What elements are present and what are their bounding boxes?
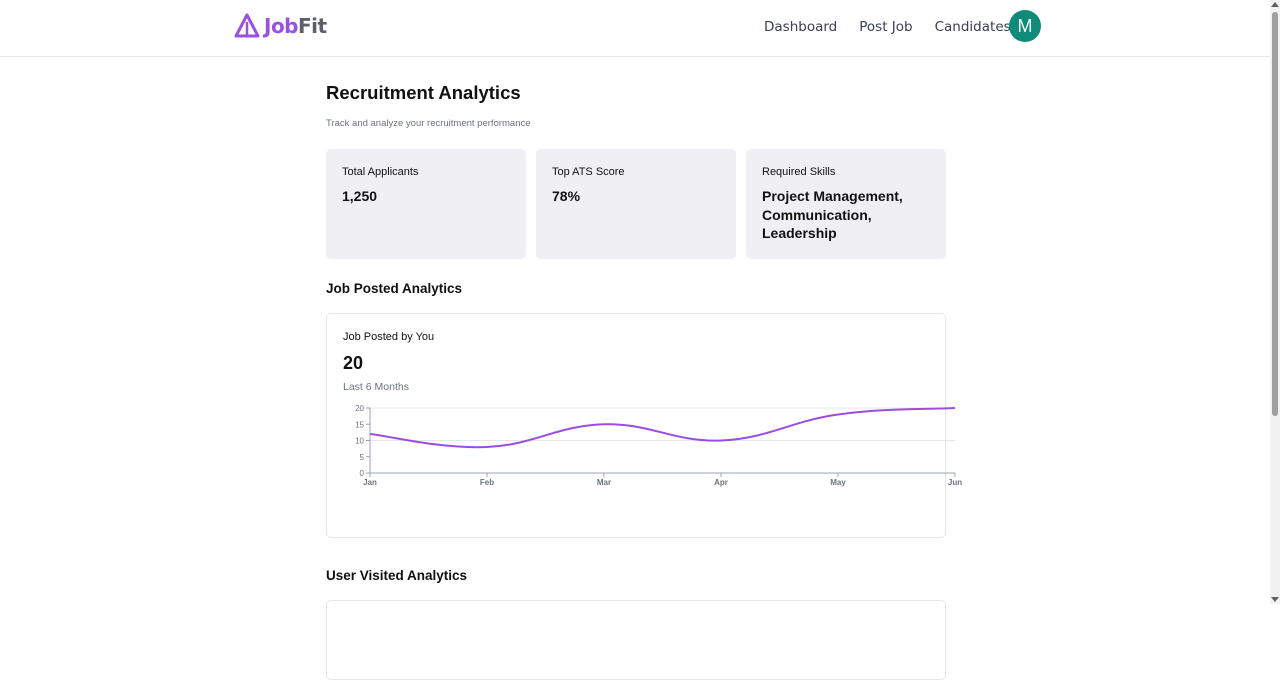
nav-links: Dashboard Post Job Candidates xyxy=(764,19,1011,35)
brand-name-job: Job xyxy=(264,14,299,38)
scroll-thumb[interactable] xyxy=(1272,12,1278,416)
stat-label: Top ATS Score xyxy=(552,166,625,178)
series-line xyxy=(369,407,956,449)
x-tick-label: Jun xyxy=(948,478,962,487)
section-title-job-posted: Job Posted Analytics xyxy=(326,281,463,296)
x-tick-label: Jan xyxy=(363,478,377,487)
y-tick-label: 10 xyxy=(355,437,364,446)
x-tick-label: Apr xyxy=(714,478,728,487)
x-tick-label: Feb xyxy=(480,478,494,487)
y-tick-label: 20 xyxy=(355,404,364,413)
section-title-user-visited: User Visited Analytics xyxy=(326,568,468,583)
x-tick-label: May xyxy=(830,478,846,487)
logo-icon xyxy=(234,13,260,38)
user-visited-chart-card xyxy=(326,600,946,680)
brand-name-fit: Fit xyxy=(298,14,327,38)
job-posted-chart-card: Job Posted by You 20 Last 6 Months 0 5 10 1… xyxy=(326,313,962,538)
navbar: JobFit Dashboard Post Job Candidates M xyxy=(0,0,1270,57)
brand-name: JobFit xyxy=(264,14,327,38)
x-tick-label: Mar xyxy=(597,478,611,487)
nav-link-candidates[interactable]: Candidates xyxy=(935,19,1011,35)
stats-row: Total Applicants 1,250 Top ATS Score 78%… xyxy=(326,149,946,259)
stat-value: Project Management, Communication, Leade… xyxy=(762,188,903,241)
scroll-up-arrow-icon[interactable] xyxy=(1271,2,1279,7)
page-title: Recruitment Analytics xyxy=(326,82,521,103)
page-subtitle: Track and analyze your recruitment perfo… xyxy=(326,118,531,129)
nav-link-post-job[interactable]: Post Job xyxy=(859,19,912,35)
y-tick-label: 15 xyxy=(355,420,364,429)
scrollbar[interactable] xyxy=(1270,0,1280,604)
main-content: Recruitment Analytics Track and analyze … xyxy=(326,82,962,680)
stat-label: Total Applicants xyxy=(342,166,419,178)
avatar[interactable]: M xyxy=(1009,10,1041,42)
y-tick-label: 0 xyxy=(360,469,365,478)
nav-link-dashboard[interactable]: Dashboard xyxy=(764,19,837,35)
stat-label: Required Skills xyxy=(762,166,836,178)
stat-card-total-applicants: Total Applicants 1,250 xyxy=(326,149,526,259)
stat-card-top-ats-score: Top ATS Score 78% xyxy=(536,149,736,259)
brand-logo[interactable]: JobFit xyxy=(234,13,327,39)
y-tick-label: 5 xyxy=(360,453,365,462)
stat-card-required-skills: Required Skills Project Management, Comm… xyxy=(746,149,946,259)
line-chart: 0 5 10 15 20 Jan Feb Mar Apr May Jun xyxy=(355,404,962,487)
scroll-down-arrow-icon[interactable] xyxy=(1271,597,1279,602)
stat-value: 78% xyxy=(552,188,581,204)
stat-value: 1,250 xyxy=(342,188,378,204)
